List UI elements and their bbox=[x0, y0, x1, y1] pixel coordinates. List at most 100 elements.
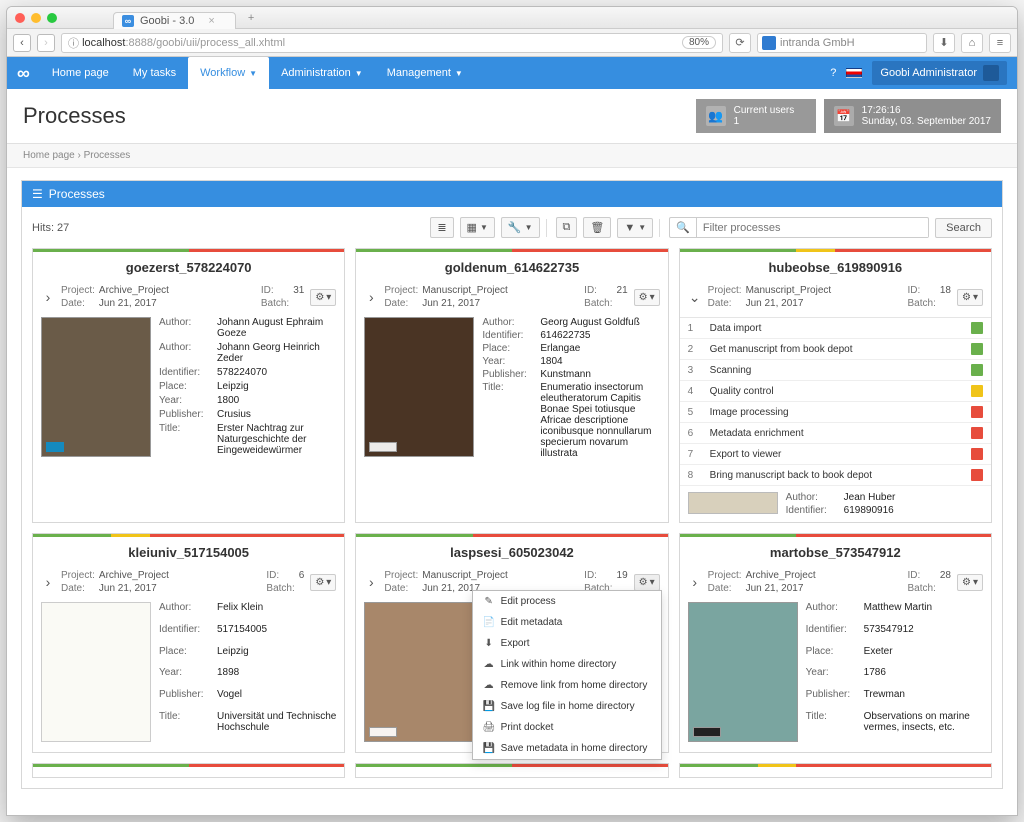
filter-input-group: 🔍 bbox=[669, 217, 929, 238]
app-logo-icon[interactable]: ∞ bbox=[17, 63, 28, 84]
step-row[interactable]: 8Bring manuscript back to book depot bbox=[680, 465, 991, 486]
nav-help[interactable]: ? bbox=[830, 67, 836, 79]
caret-down-icon: ▼ bbox=[249, 69, 257, 78]
filter-button[interactable]: ▼ ▼ bbox=[617, 218, 653, 238]
calendar-icon: 📅 bbox=[834, 106, 854, 126]
thumbnail[interactable] bbox=[41, 602, 151, 742]
nav-admin[interactable]: Administration▼ bbox=[269, 57, 375, 89]
gear-icon: ⚙ bbox=[962, 577, 971, 588]
menu-remove-link[interactable]: ☁Remove link from home directory bbox=[473, 675, 661, 696]
step-row[interactable]: 5Image processing bbox=[680, 402, 991, 423]
thumbnail[interactable] bbox=[688, 492, 778, 514]
menu-export[interactable]: ⬇Export bbox=[473, 633, 661, 654]
nav-user[interactable]: Goobi Administrator bbox=[872, 61, 1007, 85]
thumbnail[interactable] bbox=[41, 317, 151, 457]
zoom-badge[interactable]: 80% bbox=[682, 36, 716, 49]
step-row[interactable]: 4Quality control bbox=[680, 381, 991, 402]
step-row[interactable]: 3Scanning bbox=[680, 360, 991, 381]
browser-tab[interactable]: ∞ Goobi - 3.0 × bbox=[113, 12, 236, 29]
expand-button[interactable]: › bbox=[41, 574, 55, 590]
browser-toolbar: ‹ › ⓘ localhost:8888/goobi/uii/process_a… bbox=[7, 29, 1017, 57]
step-row[interactable]: 2Get manuscript from book depot bbox=[680, 339, 991, 360]
filter-input[interactable] bbox=[697, 219, 928, 237]
minimize-dot[interactable] bbox=[31, 13, 41, 23]
nav-tasks[interactable]: My tasks bbox=[121, 57, 188, 89]
collapse-button[interactable]: ⌄ bbox=[688, 289, 702, 306]
search-icon: 🔍 bbox=[670, 218, 697, 237]
close-dot[interactable] bbox=[15, 13, 25, 23]
page-title: Processes bbox=[23, 103, 688, 129]
users-icon: 👥 bbox=[706, 106, 726, 126]
forward-button[interactable]: › bbox=[37, 34, 55, 52]
breadcrumb-home[interactable]: Home page bbox=[23, 150, 75, 161]
save-icon: 💾 bbox=[483, 743, 495, 754]
header-time: 17:26:16 bbox=[862, 105, 991, 116]
new-tab-button[interactable]: + bbox=[248, 12, 254, 24]
menu-save-metadata[interactable]: 💾Save metadata in home directory bbox=[473, 738, 661, 759]
address-bar[interactable]: ⓘ localhost:8888/goobi/uii/process_all.x… bbox=[61, 33, 723, 53]
metadata: Author:Jean Huber Identifier:619890916 bbox=[786, 492, 896, 516]
tools-button[interactable]: 🔧 ▼ bbox=[501, 217, 540, 238]
back-button[interactable]: ‹ bbox=[13, 34, 31, 52]
view-list-button[interactable]: ≣ bbox=[430, 217, 453, 238]
process-card: martobse_573547912 › Project:Date: Archi… bbox=[679, 533, 992, 753]
progress-stripe bbox=[356, 534, 667, 537]
menu-icon[interactable]: ≡ bbox=[989, 33, 1011, 53]
cloud-icon: ☁ bbox=[483, 659, 495, 670]
card-actions-button[interactable]: ⚙▾ bbox=[310, 289, 336, 306]
window-titlebar: ∞ Goobi - 3.0 × + bbox=[7, 7, 1017, 29]
card-actions-button[interactable]: ⚙▾ bbox=[634, 574, 660, 591]
steps-list: 1Data import2Get manuscript from book de… bbox=[680, 317, 991, 486]
metadata: Author:Matthew Martin Identifier:5735479… bbox=[806, 602, 983, 742]
thumbnail[interactable] bbox=[364, 317, 474, 457]
gear-icon: ⚙ bbox=[315, 292, 324, 303]
expand-button[interactable]: › bbox=[688, 574, 702, 590]
zoom-dot[interactable] bbox=[47, 13, 57, 23]
menu-edit-process[interactable]: ✎Edit process bbox=[473, 591, 661, 612]
panel-title: Processes bbox=[49, 187, 105, 201]
pencil-icon: ✎ bbox=[483, 596, 495, 607]
process-card: goldenum_614622735 › Project:Date: Manus… bbox=[355, 248, 668, 523]
step-row[interactable]: 1Data import bbox=[680, 318, 991, 339]
language-flag-icon[interactable] bbox=[846, 68, 862, 78]
card-actions-button[interactable]: ⚙▾ bbox=[957, 289, 983, 306]
nav-workflow[interactable]: Workflow▼ bbox=[188, 57, 269, 89]
card-actions-menu: ✎Edit process 📄Edit metadata ⬇Export ☁Li… bbox=[472, 590, 662, 760]
expand-button[interactable]: › bbox=[41, 289, 55, 305]
users-label: Current users bbox=[734, 105, 795, 116]
tab-close-icon[interactable]: × bbox=[208, 15, 214, 27]
search-button[interactable]: Search bbox=[935, 218, 992, 238]
menu-save-log[interactable]: 💾Save log file in home directory bbox=[473, 696, 661, 717]
search-provider-icon bbox=[762, 36, 776, 50]
nav-mgmt[interactable]: Management▼ bbox=[375, 57, 475, 89]
reload-button[interactable]: ⟳ bbox=[729, 33, 751, 53]
download-icon[interactable]: ⬇ bbox=[933, 33, 955, 53]
thumbnail[interactable] bbox=[688, 602, 798, 742]
home-icon[interactable]: ⌂ bbox=[961, 33, 983, 53]
browser-search[interactable]: intranda GmbH bbox=[757, 33, 927, 53]
card-actions-button[interactable]: ⚙▾ bbox=[957, 574, 983, 591]
card-actions-button[interactable]: ⚙▾ bbox=[310, 574, 336, 591]
card-title: goldenum_614622735 bbox=[356, 252, 667, 281]
metadata: Author:Johann August Ephraim Goeze Autho… bbox=[159, 317, 336, 457]
expand-button[interactable]: › bbox=[364, 289, 378, 305]
process-card-stub bbox=[679, 763, 992, 778]
menu-link-home[interactable]: ☁Link within home directory bbox=[473, 654, 661, 675]
view-grid-button[interactable]: ▦ ▼ bbox=[460, 217, 495, 238]
menu-edit-metadata[interactable]: 📄Edit metadata bbox=[473, 612, 661, 633]
nav-home[interactable]: Home page bbox=[40, 57, 121, 89]
thumbnail[interactable] bbox=[364, 602, 474, 742]
copy-button[interactable]: ⧉ bbox=[556, 217, 578, 238]
url-port: :8888 bbox=[125, 37, 153, 49]
menu-print-docket[interactable]: 🖨Print docket bbox=[473, 717, 661, 738]
process-card: hubeobse_619890916 ⌄ Project:Date: Manus… bbox=[679, 248, 992, 523]
gear-icon: ⚙ bbox=[639, 577, 648, 588]
print-icon: 🖨 bbox=[483, 722, 495, 733]
delete-button[interactable]: 🗑 bbox=[583, 217, 611, 238]
breadcrumb: Home page › Processes bbox=[7, 144, 1017, 168]
expand-button[interactable]: › bbox=[364, 574, 378, 590]
card-actions-button[interactable]: ⚙▾ bbox=[634, 289, 660, 306]
step-row[interactable]: 6Metadata enrichment bbox=[680, 423, 991, 444]
hits-count: Hits: 27 bbox=[32, 222, 69, 234]
step-row[interactable]: 7Export to viewer bbox=[680, 444, 991, 465]
